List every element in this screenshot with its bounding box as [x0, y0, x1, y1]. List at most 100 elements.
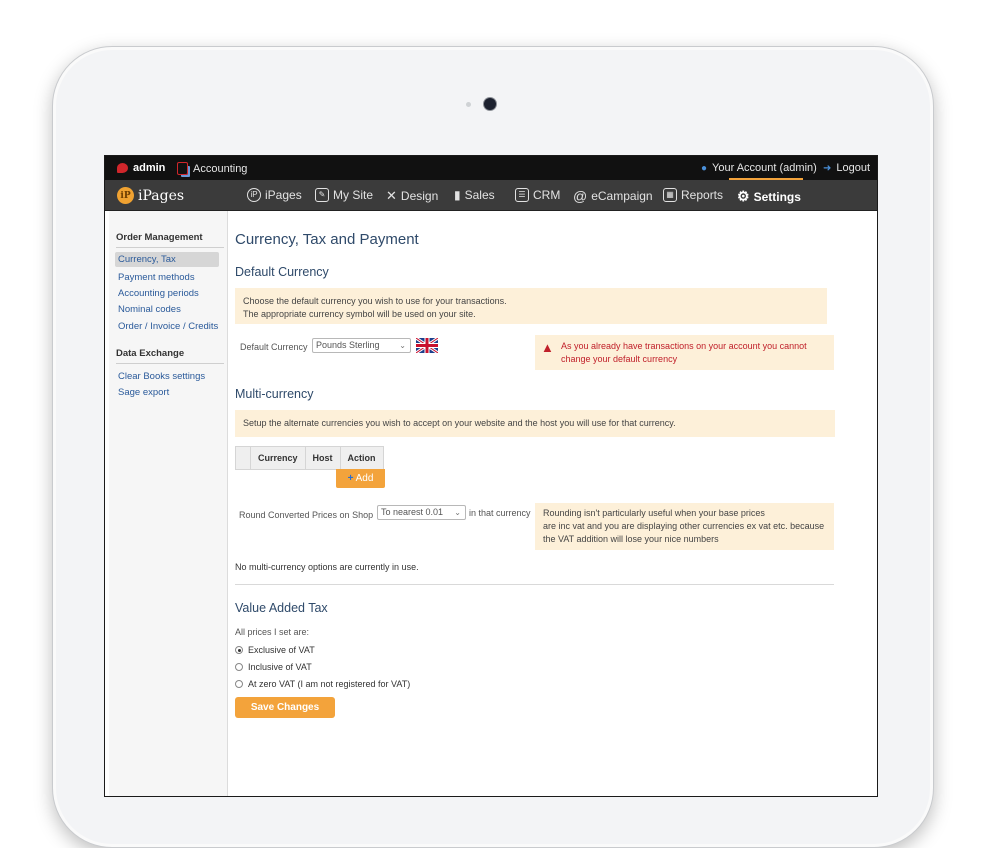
crm-icon: ☰	[515, 188, 529, 202]
chevron-down-icon: ⌄	[399, 341, 406, 350]
chevron-down-icon: ⌄	[454, 508, 461, 517]
radio-label: Inclusive of VAT	[248, 662, 312, 672]
warning-line: As you already have transactions on your…	[561, 341, 807, 351]
nav-design[interactable]: ✕ Design	[386, 188, 438, 204]
edit-icon: ✎	[315, 188, 329, 202]
nav-crm[interactable]: ☰ CRM	[515, 188, 560, 202]
select-value: Pounds Sterling	[316, 340, 380, 350]
table-header-blank	[235, 446, 251, 470]
save-changes-button[interactable]: Save Changes	[235, 697, 335, 718]
round-prices-label: Round Converted Prices on Shop	[239, 510, 374, 520]
default-currency-heading: Default Currency	[235, 265, 329, 279]
add-currency-button[interactable]: + Add	[336, 469, 385, 488]
radio-button[interactable]	[235, 646, 243, 654]
accounting-link[interactable]: Accounting	[177, 162, 247, 175]
nav-label: iPages	[265, 188, 302, 202]
radio-label: Exclusive of VAT	[248, 645, 315, 655]
table-header-currency: Currency	[250, 446, 306, 470]
note-line: Choose the default currency you wish to …	[243, 296, 507, 306]
nav-sales[interactable]: ▮ Sales	[454, 188, 495, 202]
your-account-link[interactable]: ● Your Account (admin)	[701, 162, 817, 174]
user-icon: ●	[701, 162, 708, 174]
radio-button[interactable]	[235, 663, 243, 671]
main-panel: Currency, Tax and Payment Default Curren…	[235, 211, 875, 796]
vat-heading: Value Added Tax	[235, 601, 328, 615]
default-currency-select[interactable]: Pounds Sterling ⌄	[312, 338, 411, 353]
note-line: The appropriate currency symbol will be …	[243, 309, 476, 319]
sidebar-section-data-exchange: Data Exchange	[116, 348, 224, 364]
radio-label: At zero VAT (I am not registered for VAT…	[248, 679, 411, 689]
sidebar-item-currency-tax[interactable]: Currency, Tax	[115, 252, 219, 267]
account-label: Your Account (admin)	[712, 162, 817, 174]
page-title: Currency, Tax and Payment	[235, 231, 419, 248]
nav-ecampaign[interactable]: @ eCampaign	[573, 188, 653, 204]
vat-option-exclusive[interactable]: Exclusive of VAT	[235, 645, 315, 655]
logout-link[interactable]: ➜ Logout	[823, 162, 870, 174]
chat-bubble-icon	[117, 163, 128, 173]
camera-icon	[484, 98, 496, 110]
multi-currency-heading: Multi-currency	[235, 387, 314, 401]
accounting-icon	[177, 162, 188, 175]
main-nav: iP iPages iP iPages ✎ My Site ✕ Design ▮…	[105, 180, 877, 211]
round-prices-select[interactable]: To nearest 0.01 ⌄	[377, 505, 466, 520]
nav-my-site[interactable]: ✎ My Site	[315, 188, 373, 202]
logout-icon: ➜	[823, 162, 832, 174]
multi-currency-note: Setup the alternate currencies you wish …	[235, 410, 835, 437]
uk-flag-graphic	[416, 338, 438, 353]
table-header-host: Host	[304, 446, 341, 470]
sidebar-item-order-invoice-credits[interactable]: Order / Invoice / Credits	[118, 321, 218, 332]
content-area: Order Management Currency, Tax Payment m…	[105, 211, 877, 796]
add-label: Add	[355, 473, 374, 484]
ipages-icon: iP	[247, 188, 261, 202]
accounting-label: Accounting	[193, 162, 248, 175]
sales-icon: ▮	[454, 188, 461, 202]
logout-label: Logout	[836, 162, 871, 174]
logo-text: iPages	[138, 187, 185, 204]
nav-label: CRM	[533, 188, 561, 202]
no-multi-currency-message: No multi-currency options are currently …	[235, 562, 419, 572]
ipages-logo[interactable]: iP iPages	[117, 187, 184, 204]
nav-label: My Site	[333, 188, 374, 202]
nav-label: Sales	[464, 188, 495, 202]
nav-label: eCampaign	[591, 189, 653, 203]
rounding-note: Rounding isn't particularly useful when …	[535, 503, 834, 550]
vat-prompt: All prices I set are:	[235, 627, 310, 637]
sensor-dot	[466, 102, 471, 107]
sidebar-item-sage-export[interactable]: Sage export	[118, 387, 169, 398]
currency-warning: ▲ As you already have transactions on yo…	[535, 335, 834, 370]
at-icon: @	[573, 188, 588, 204]
warning-icon: ▲	[541, 340, 554, 355]
sidebar-item-clear-books-settings[interactable]: Clear Books settings	[118, 371, 205, 382]
nav-label: Reports	[681, 188, 724, 202]
app-screen: admin Accounting ● Your Account (admin) …	[104, 155, 878, 797]
settings-sidebar: Order Management Currency, Tax Payment m…	[109, 211, 228, 796]
nav-ipages[interactable]: iP iPages	[247, 188, 302, 202]
default-currency-note: Choose the default currency you wish to …	[235, 288, 827, 324]
nav-label: Settings	[753, 189, 801, 204]
sidebar-item-accounting-periods[interactable]: Accounting periods	[118, 288, 199, 299]
default-currency-label: Default Currency	[240, 342, 308, 352]
radio-button[interactable]	[235, 680, 243, 688]
vat-option-inclusive[interactable]: Inclusive of VAT	[235, 662, 312, 672]
note-line: Rounding isn't particularly useful when …	[543, 508, 765, 518]
sidebar-item-nominal-codes[interactable]: Nominal codes	[118, 304, 181, 315]
plus-icon: +	[347, 473, 354, 484]
round-prices-suffix: in that currency	[469, 508, 531, 518]
table-header-row: Currency Host Action	[235, 446, 384, 470]
warning-line: change your default currency	[561, 354, 678, 364]
currency-table: Currency Host Action	[235, 446, 384, 470]
design-icon: ✕	[386, 188, 397, 203]
table-header-action: Action	[339, 446, 384, 470]
admin-label: admin	[133, 162, 166, 174]
nav-settings[interactable]: ⚙ Settings	[737, 188, 801, 205]
admin-link[interactable]: admin	[117, 162, 165, 174]
note-line: are inc vat and you are displaying other…	[543, 521, 825, 531]
chart-icon: ▦	[663, 188, 677, 202]
sidebar-item-payment-methods[interactable]: Payment methods	[118, 272, 195, 283]
section-divider	[235, 584, 834, 585]
top-bar: admin Accounting ● Your Account (admin) …	[105, 156, 877, 180]
nav-reports[interactable]: ▦ Reports	[663, 188, 723, 202]
nav-label: Design	[400, 189, 439, 203]
vat-option-zero[interactable]: At zero VAT (I am not registered for VAT…	[235, 679, 410, 689]
sidebar-section-order-management: Order Management	[116, 232, 224, 248]
